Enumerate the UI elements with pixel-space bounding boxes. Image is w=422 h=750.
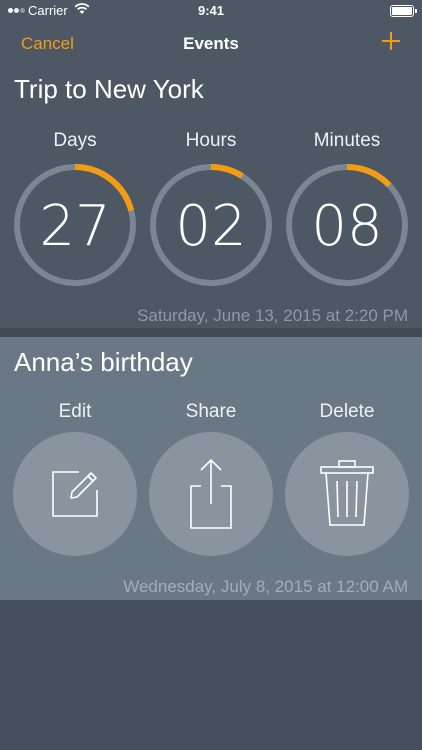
countdown-ring: 02 — [150, 164, 272, 286]
share-action-circle[interactable] — [149, 432, 273, 556]
countdown-ring: 08 — [286, 164, 408, 286]
delete-button[interactable]: Delete — [284, 401, 410, 556]
countdown-label: Minutes — [313, 130, 381, 151]
share-icon — [190, 458, 232, 529]
page-title: Events — [183, 34, 239, 53]
empty-area — [0, 600, 422, 750]
action-label: Share — [185, 401, 237, 422]
action-label: Edit — [58, 401, 92, 422]
countdown-value: 08 — [311, 194, 382, 259]
navigation-bar: Cancel Events — [0, 22, 422, 66]
delete-action-circle[interactable] — [285, 432, 409, 556]
countdown-days: Days 27 — [12, 130, 138, 288]
clock: 9:41 — [197, 3, 225, 18]
divider — [0, 328, 422, 337]
share-button[interactable]: Share — [148, 401, 274, 556]
edit-button[interactable]: Edit — [12, 401, 138, 556]
countdown-label: Days — [53, 130, 97, 151]
event-title: Trip to New York — [14, 74, 204, 104]
event-date: Wednesday, July 8, 2015 at 12:00 AM — [123, 577, 408, 596]
countdown-value: 02 — [175, 194, 246, 259]
countdown-value: 27 — [39, 194, 110, 259]
plus-icon — [382, 32, 400, 50]
event-title: Anna’s birthday — [14, 347, 193, 377]
trash-icon — [320, 460, 374, 526]
countdown-minutes: Minutes 08 — [284, 130, 410, 288]
action-label: Delete — [319, 401, 375, 422]
event-card-expanded[interactable]: Anna’s birthday Edit Share Delete Wednes… — [0, 337, 422, 600]
status-bar: Carrier 9:41 — [0, 0, 422, 22]
countdown-hours: Hours 02 — [148, 130, 274, 288]
countdown-label: Hours — [185, 130, 237, 151]
countdown-ring: 27 — [14, 164, 136, 286]
battery-icon — [390, 5, 417, 17]
event-date: Saturday, June 13, 2015 at 2:20 PM — [137, 306, 408, 325]
add-event-button[interactable] — [378, 28, 404, 54]
event-card[interactable]: Trip to New York Days 27 Hours 02 Minute… — [0, 66, 422, 328]
edit-action-circle[interactable] — [13, 432, 137, 556]
pencil-square-icon — [52, 471, 98, 517]
